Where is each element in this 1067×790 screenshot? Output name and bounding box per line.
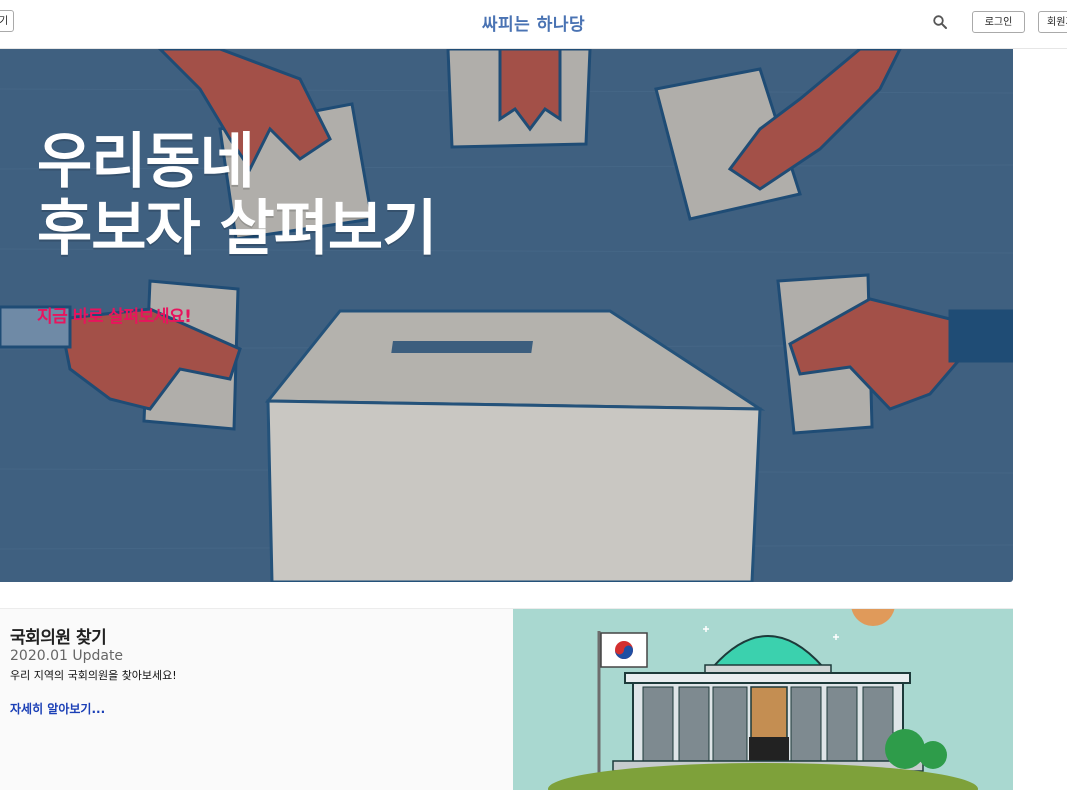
signup-button[interactable]: 회원가	[1038, 11, 1067, 33]
hero-title-line2: 후보자 살펴보기	[37, 194, 437, 264]
find-lawmaker-section: 국회의원 찾기 2020.01 Update 우리 지역의 국회의원을 찾아보세…	[0, 608, 1013, 790]
search-icon[interactable]	[932, 14, 948, 30]
hero-title-line1: 우리동네	[37, 127, 255, 197]
login-button[interactable]: 로그인	[972, 11, 1025, 33]
site-title[interactable]: 싸피는 하나당	[0, 10, 1067, 35]
section-update-date: 2020.01 Update	[10, 648, 124, 664]
top-nav: 기 싸피는 하나당 로그인 회원가	[0, 0, 1067, 49]
assembly-building-illustration	[513, 609, 1013, 790]
hero-subtitle: 지금 바로 살펴보세요!	[37, 307, 192, 327]
learn-more-link[interactable]: 자세히 알아보기...	[10, 700, 105, 717]
section-description: 우리 지역의 국회의원을 찾아보세요!	[10, 669, 177, 682]
section-title: 국회의원 찾기	[10, 628, 107, 648]
hero-banner[interactable]: 우리동네 후보자 살펴보기 지금 바로 살펴보세요!	[0, 49, 1013, 582]
